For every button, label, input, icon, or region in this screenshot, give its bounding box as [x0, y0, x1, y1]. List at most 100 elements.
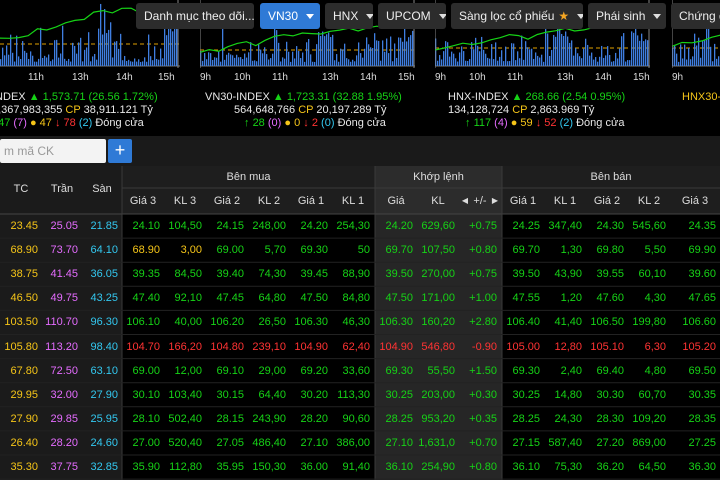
table-cell: 107,50	[421, 244, 455, 257]
volume-bar	[523, 59, 525, 66]
unchanged-count: 59	[520, 117, 533, 129]
value-label: CP	[298, 104, 314, 116]
volume-bar	[513, 43, 515, 66]
table-row[interactable]: 68.90 73.70 64.10 68.90 3,00 69.00 5,70 69.30 50…	[0, 241, 720, 259]
table-cell: 105.00	[506, 340, 540, 353]
table-cell: -0.90	[471, 340, 497, 353]
volume-bar	[60, 53, 62, 66]
table-cell: 30.15	[216, 388, 244, 401]
table-row[interactable]: 103.50 110.70 96.30 106.10 40,00 106.20 26,50 1…	[0, 313, 720, 331]
table-cell: 29.95	[10, 388, 38, 401]
index-name: VN30-INDEX	[205, 91, 270, 103]
column-header[interactable]: Trần	[42, 182, 82, 196]
table-cell: 41,40	[554, 316, 582, 329]
volume-bar	[342, 49, 344, 66]
volume-bar	[264, 47, 266, 66]
column-header[interactable]: KL 1	[544, 194, 586, 208]
chevron-down-icon	[577, 13, 583, 19]
watchlist-dropdown[interactable]: Danh mục theo dõi...	[136, 3, 254, 29]
table-row[interactable]: 38.75 41.45 36.05 39.35 84,50 39.40 74,30 39.45…	[0, 265, 720, 283]
volume-bar	[700, 57, 702, 66]
volume-bar	[352, 59, 354, 66]
upcom-dropdown[interactable]: UPCOM	[378, 3, 446, 29]
stock-screener-dropdown[interactable]: Sàng lọc cổ phiếu ★	[451, 3, 583, 29]
volume-bar	[495, 42, 497, 66]
index-value: 38,911.121 Tỷ	[83, 104, 153, 116]
volume-bar	[320, 35, 322, 66]
column-header[interactable]: KL 2	[248, 194, 290, 208]
table-row[interactable]: 35.30 37.75 32.85 35.90 112,80 35.95 150,30 36.…	[0, 458, 720, 476]
volume-bar	[390, 36, 392, 66]
table-cell: 24.15	[216, 220, 244, 232]
volume-bar	[272, 53, 274, 66]
hnx-dropdown[interactable]: HNX	[325, 3, 373, 29]
table-cell: 75,30	[554, 461, 582, 473]
volume-bar	[292, 51, 294, 66]
volume-bar	[116, 41, 118, 66]
derivatives-dropdown[interactable]: Phái sinh	[588, 3, 666, 29]
column-header[interactable]: KL 3	[164, 194, 206, 208]
column-header[interactable]: KL 2	[628, 194, 670, 208]
column-header[interactable]: Giá 3	[670, 194, 720, 208]
covered-warrant-dropdown[interactable]: Chứng q	[671, 3, 720, 29]
volume-bar	[20, 58, 22, 66]
volume-bar	[547, 33, 549, 66]
chevron-left-icon[interactable]: ◀	[461, 194, 469, 208]
table-cell: 68.90	[10, 244, 38, 257]
volume-bar	[6, 45, 8, 66]
column-header[interactable]: KL 1	[332, 194, 374, 208]
table-cell: 546,80	[421, 340, 455, 353]
table-row[interactable]: 26.40 28.20 24.60 27.00 520,40 27.05 486,40 27.…	[0, 434, 720, 452]
volume-bar	[579, 56, 581, 66]
covered-warrant-label: Chứng q	[679, 9, 720, 23]
table-row[interactable]: 29.95 32.00 27.90 30.10 103,40 30.15 64,40 30.2…	[0, 386, 720, 404]
column-header[interactable]: KL	[417, 194, 459, 208]
volume-bar	[531, 48, 533, 66]
table-cell: 90,60	[342, 412, 370, 425]
table-cell: 69.10	[216, 364, 244, 377]
index-change: 268.66 (2.54 0.95%)	[525, 91, 626, 103]
column-header[interactable]: Giá 2	[586, 194, 628, 208]
vn30-dropdown[interactable]: VN30	[260, 3, 320, 29]
chevron-right-icon[interactable]: ▶	[491, 194, 499, 208]
volume-bar	[553, 34, 555, 66]
column-header[interactable]: Giá	[375, 194, 417, 208]
stock-search-input[interactable]: m mã CK	[0, 139, 106, 163]
add-stock-button[interactable]: +	[108, 139, 132, 163]
volume-bar	[539, 57, 541, 66]
table-cell: 98.40	[90, 340, 118, 353]
table-cell: 106.20	[210, 316, 244, 329]
up-arrow-icon: ↑	[244, 117, 250, 129]
table-row[interactable]: 105.80 113.20 98.40 104.70 166,20 104.80 239,1…	[0, 338, 720, 356]
column-header[interactable]: Sàn	[82, 182, 122, 196]
column-header[interactable]: Giá 3	[122, 194, 164, 208]
volume-bar	[126, 60, 128, 66]
volume-bar	[274, 28, 276, 66]
volume-bar	[158, 59, 160, 66]
volume-bar	[609, 55, 611, 66]
volume-bar	[549, 55, 551, 66]
table-cell: 60,10	[638, 268, 666, 281]
table-row[interactable]: 23.45 25.05 21.85 24.10 104,50 24.15 248,00 24.…	[0, 217, 720, 235]
volume-bar	[44, 55, 46, 66]
upcom-dropdown-label: UPCOM	[386, 9, 431, 23]
table-cell: 25.95	[90, 412, 118, 425]
up-arrow-icon: ↑	[465, 117, 471, 129]
volume-bar	[374, 33, 376, 66]
volume-bar	[100, 3, 102, 67]
table-row[interactable]: 27.90 29.85 25.95 28.10 502,40 28.15 243,90 28.…	[0, 410, 720, 428]
table-cell: 29.85	[50, 412, 78, 425]
column-header[interactable]: Giá 2	[206, 194, 248, 208]
matched-header: Khớp lệnh	[413, 171, 464, 183]
column-header[interactable]: Giá 1	[502, 194, 544, 208]
column-header[interactable]: TC	[0, 182, 42, 196]
table-cell: 24.60	[90, 436, 118, 449]
column-header[interactable]: Giá 1	[290, 194, 332, 208]
volume-bar	[595, 57, 597, 66]
table-row[interactable]: 46.50 49.75 43.25 47.40 92,10 47.45 64,80 47.50…	[0, 289, 720, 307]
table-row[interactable]: 67.80 72.50 63.10 69.00 12,00 69.10 29,00 69.20…	[0, 362, 720, 380]
volume-bar	[543, 61, 545, 66]
volume-bar	[613, 61, 615, 66]
volume-bar	[252, 60, 254, 66]
table-cell: 39.60	[688, 268, 716, 281]
